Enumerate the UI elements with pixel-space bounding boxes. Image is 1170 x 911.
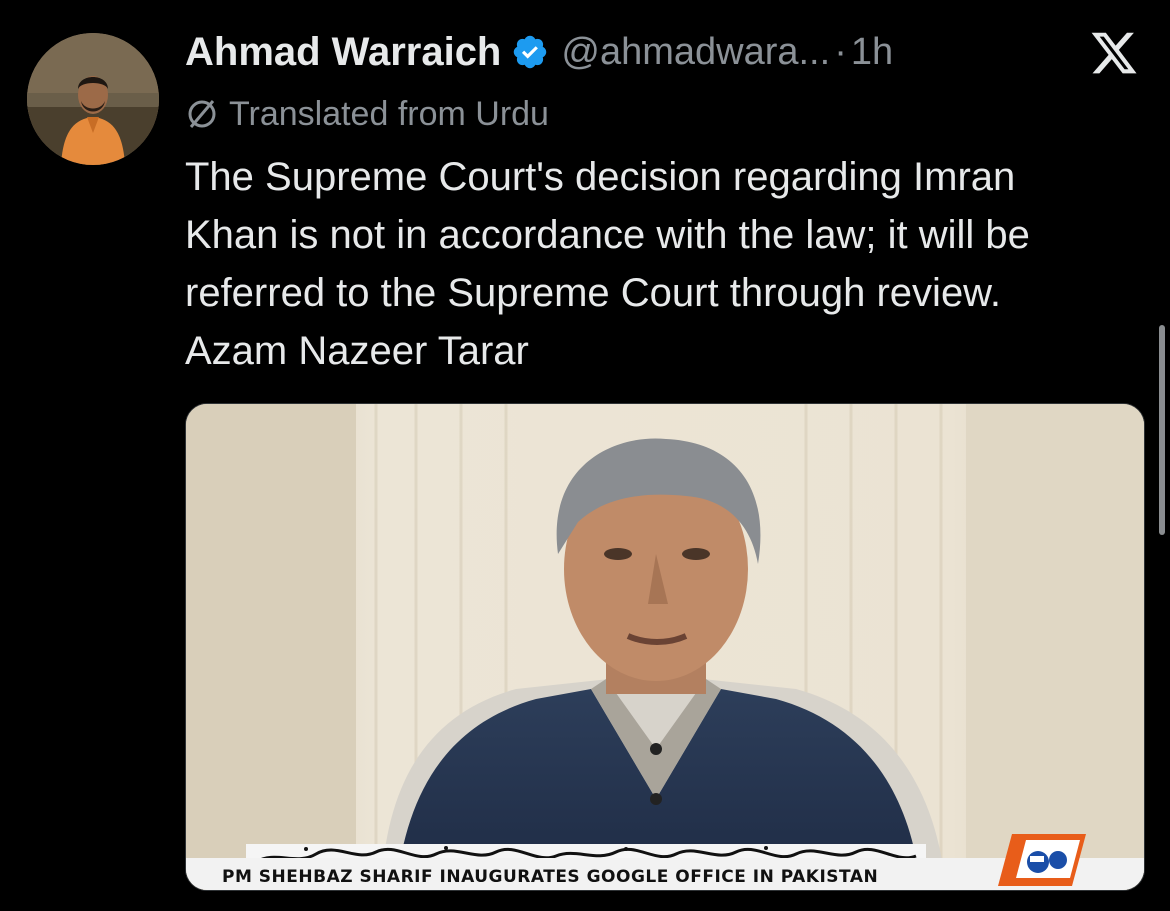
author-handle[interactable]: @ahmadwara...: [561, 31, 830, 74]
avatar-photo: [27, 33, 159, 165]
translation-note[interactable]: Translated from Urdu: [185, 92, 549, 136]
tweet-text-line: Khan is not in accordance with the law; …: [185, 213, 1030, 257]
avatar[interactable]: [27, 33, 159, 165]
ticker-headline: PM SHEHBAZ SHARIF INAUGURATES GOOGLE OFF…: [222, 867, 879, 887]
tweet-text: The Supreme Court's decision regarding I…: [185, 148, 1150, 380]
media-image: [186, 404, 1144, 890]
globe-icon: [185, 97, 219, 131]
translated-label: Translated from Urdu: [229, 94, 549, 133]
verified-badge-icon: [511, 33, 549, 71]
tweet-text-line: The Supreme Court's decision regarding I…: [185, 155, 1016, 199]
author-display-name[interactable]: Ahmad Warraich: [185, 30, 501, 75]
tweet-text-line: referred to the Supreme Court through re…: [185, 271, 1001, 315]
tweet-timestamp[interactable]: 1h: [851, 31, 893, 74]
channel-logo-icon: [992, 826, 1092, 888]
tweet-text-line: Azam Nazeer Tarar: [185, 329, 529, 373]
scrollbar[interactable]: [1159, 325, 1165, 535]
tweet-header: Ahmad Warraich @ahmadwara... · 1h: [185, 22, 1140, 82]
x-logo-icon[interactable]: [1088, 28, 1140, 78]
meta-separator: ·: [834, 30, 847, 73]
tweet-media[interactable]: PM SHEHBAZ SHARIF INAUGURATES GOOGLE OFF…: [185, 403, 1145, 891]
